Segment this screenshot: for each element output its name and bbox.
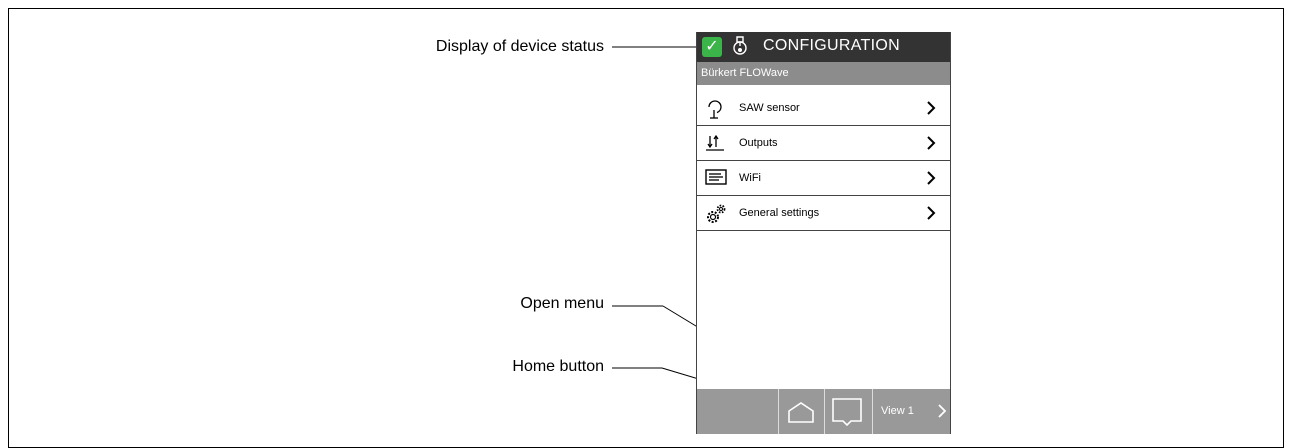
device-name-bar: Bürkert FLOWave [697, 62, 950, 85]
chevron-right-icon [927, 206, 936, 220]
config-menu: SAW sensor Outputs WiFi General settings [697, 91, 950, 231]
chevron-right-icon [927, 101, 936, 115]
view-label: View 1 [881, 405, 914, 417]
device-screen: ✓ CONFIGURATION Bürkert FLOWave SAW sens… [696, 32, 951, 434]
open-menu-button[interactable] [825, 389, 871, 434]
user-key-icon[interactable] [731, 35, 749, 59]
home-icon [788, 402, 814, 423]
next-view-icon[interactable] [937, 403, 947, 419]
chevron-right-icon [927, 171, 936, 185]
menu-item-label: General settings [739, 207, 820, 219]
menu-icon [832, 398, 862, 427]
home-button[interactable] [779, 389, 824, 434]
title-bar: ✓ CONFIGURATION [697, 32, 950, 62]
menu-item-outputs[interactable]: Outputs [697, 126, 950, 161]
gears-icon [707, 204, 726, 223]
menu-item-label: SAW sensor [739, 102, 800, 114]
chevron-right-icon [927, 136, 936, 150]
menu-item-saw-sensor[interactable]: SAW sensor [697, 91, 950, 126]
bottom-bar-divider [872, 389, 873, 434]
menu-item-label: WiFi [739, 172, 761, 184]
screen-title: CONFIGURATION [763, 37, 900, 54]
menu-item-general-settings[interactable]: General settings [697, 196, 950, 231]
menu-item-label: Outputs [739, 137, 778, 149]
wifi-icon [705, 169, 727, 185]
bottom-bar: View 1 [697, 389, 950, 434]
saw-sensor-icon [708, 100, 722, 119]
outputs-icon [706, 134, 724, 151]
device-status-icon[interactable]: ✓ [702, 37, 722, 57]
menu-item-wifi[interactable]: WiFi [697, 161, 950, 196]
leader-lines [612, 46, 837, 412]
